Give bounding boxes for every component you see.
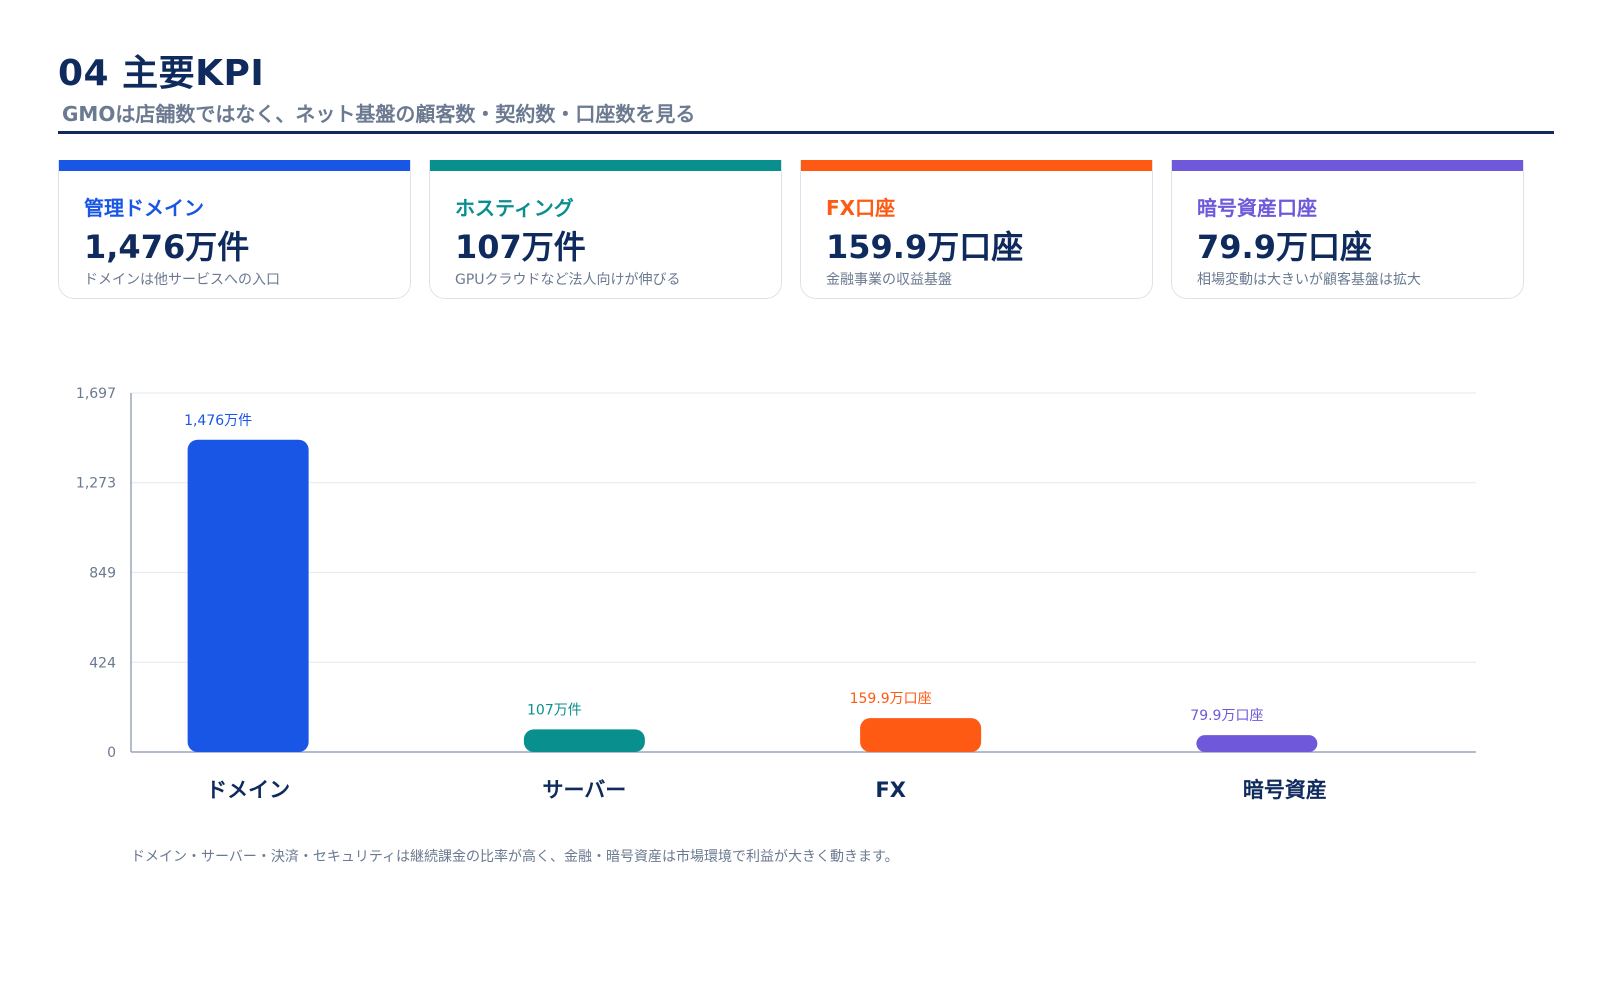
kpi-card-value: 159.9万口座 — [826, 228, 1024, 266]
bar-2 — [860, 718, 982, 752]
kpi-card-domain: 管理ドメイン 1,476万件 ドメインは他サービスへの入口 — [58, 160, 411, 299]
page-title: 04 主要KPI — [58, 53, 265, 94]
kpi-card-label: 管理ドメイン — [84, 196, 204, 220]
kpi-card-fx: FX口座 159.9万口座 金融事業の収益基盤 — [800, 160, 1153, 299]
bar-data-label: 159.9万口座 — [850, 691, 932, 707]
kpi-card-label: 暗号資産口座 — [1197, 196, 1317, 220]
card-accent-bar — [59, 160, 410, 171]
kpi-bar-chart: 0 424 849 1,273 1,697 1,476万件 107万件 159.9万口座 79.… — [0, 370, 1600, 820]
bar-3 — [1196, 735, 1318, 752]
y-tick-label: 424 — [89, 655, 116, 671]
bar-1 — [523, 729, 645, 752]
kpi-card-value: 1,476万件 — [84, 228, 250, 266]
y-tick-label: 849 — [89, 565, 116, 581]
y-tick-label: 0 — [107, 745, 116, 761]
bar-data-label: 107万件 — [527, 702, 582, 718]
bar-data-label: 79.9万口座 — [1190, 708, 1263, 724]
card-accent-bar — [1172, 160, 1523, 171]
bar-data-label: 1,476万件 — [184, 413, 252, 429]
kpi-card-note: 金融事業の収益基盤 — [826, 272, 952, 288]
kpi-card-value: 107万件 — [455, 228, 586, 266]
y-tick-label: 1,273 — [76, 476, 116, 492]
kpi-card-note: ドメインは他サービスへの入口 — [84, 272, 280, 288]
x-category-label: サーバー — [542, 778, 626, 802]
kpi-card-label: FX口座 — [826, 196, 896, 220]
kpi-card-crypto: 暗号資産口座 79.9万口座 相場変動は大きいが顧客基盤は拡大 — [1171, 160, 1524, 299]
kpi-card-note: GPUクラウドなど法人向けが伸びる — [455, 272, 681, 288]
kpi-card-label: ホスティング — [455, 196, 574, 220]
x-category-label: FX — [875, 778, 906, 802]
y-tick-label: 1,697 — [76, 386, 116, 402]
title-divider — [58, 131, 1554, 134]
kpi-card-hosting: ホスティング 107万件 GPUクラウドなど法人向けが伸びる — [429, 160, 782, 299]
card-accent-bar — [801, 160, 1152, 171]
kpi-card-note: 相場変動は大きいが顧客基盤は拡大 — [1197, 272, 1421, 288]
page-subtitle: GMOは店舗数ではなく、ネット基盤の顧客数・契約数・口座数を見る — [62, 102, 696, 126]
chart-canvas: 0 424 849 1,273 1,697 1,476万件 107万件 159.9万口座 79.… — [76, 386, 1476, 802]
footnote: ドメイン・サーバー・決済・セキュリティは継続課金の比率が高く、金融・暗号資産は市… — [131, 849, 899, 865]
x-category-label: ドメイン — [206, 778, 290, 802]
bar-0 — [187, 439, 309, 752]
x-category-label: 暗号資産 — [1243, 778, 1327, 802]
card-accent-bar — [430, 160, 781, 171]
kpi-cards: 管理ドメイン 1,476万件 ドメインは他サービスへの入口 ホスティング 107… — [58, 160, 1554, 300]
kpi-card-value: 79.9万口座 — [1197, 228, 1372, 266]
slide: 04 主要KPI GMOは店舗数ではなく、ネット基盤の顧客数・契約数・口座数を見… — [0, 0, 1600, 1000]
